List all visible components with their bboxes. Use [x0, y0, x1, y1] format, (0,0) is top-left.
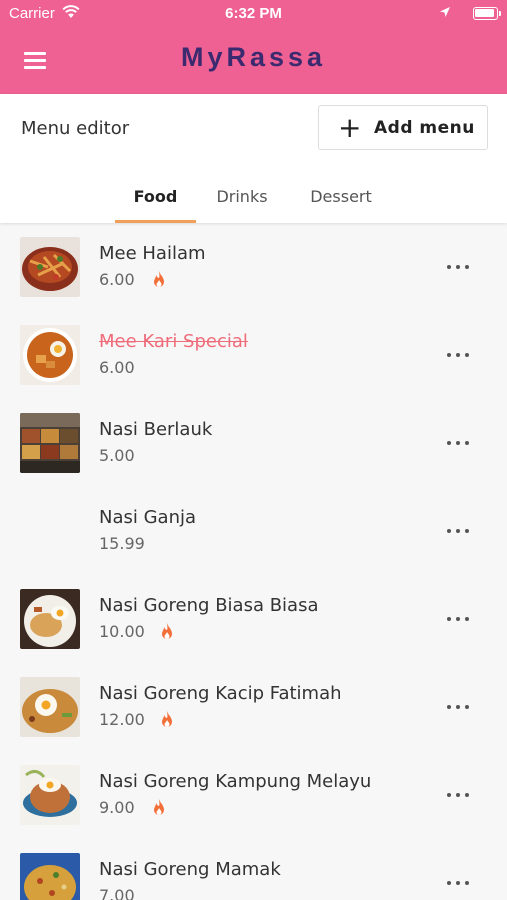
fire-icon — [154, 799, 164, 815]
item-price: 15.99 — [99, 534, 145, 553]
food-image — [20, 413, 80, 473]
tab-dessert[interactable]: Dessert — [297, 180, 385, 223]
add-menu-button[interactable]: + Add menu — [318, 105, 488, 150]
list-item[interactable]: Nasi Goreng Biasa Biasa 10.00 — [0, 575, 507, 663]
list-item[interactable]: Mee Hailam 6.00 — [0, 223, 507, 311]
food-image — [20, 853, 80, 900]
food-image — [20, 589, 80, 649]
category-tabs: Food Drinks Dessert — [0, 174, 507, 223]
plus-icon: + — [338, 110, 362, 144]
item-name: Mee Kari Special — [99, 331, 248, 352]
item-price: 6.00 — [99, 270, 135, 289]
item-name: Nasi Berlauk — [99, 419, 213, 440]
item-name: Nasi Ganja — [99, 507, 197, 528]
tab-food[interactable]: Food — [115, 180, 196, 223]
more-options-icon[interactable] — [444, 429, 472, 457]
more-options-icon[interactable] — [444, 693, 472, 721]
list-item[interactable]: Nasi Goreng Kacip Fatimah 12.00 — [0, 663, 507, 751]
fire-icon — [162, 711, 172, 727]
more-options-icon[interactable] — [444, 869, 472, 897]
item-price: 7.00 — [99, 886, 135, 900]
food-image — [20, 237, 80, 297]
status-bar: Carrier 6:32 PM — [0, 0, 507, 28]
status-time: 6:32 PM — [225, 5, 282, 22]
item-name: Nasi Goreng Kampung Melayu — [99, 771, 372, 792]
item-name: Nasi Goreng Biasa Biasa — [99, 595, 319, 616]
more-options-icon[interactable] — [444, 605, 472, 633]
more-options-icon[interactable] — [444, 517, 472, 545]
food-image — [20, 677, 80, 737]
item-name: Mee Hailam — [99, 243, 206, 264]
fire-icon — [154, 271, 164, 287]
food-image — [20, 765, 80, 825]
item-name: Nasi Goreng Kacip Fatimah — [99, 683, 342, 704]
item-price: 12.00 — [99, 710, 145, 729]
menu-editor-panel: Menu editor + Add menu Food Drinks Desse… — [0, 94, 507, 223]
battery-icon — [473, 7, 501, 20]
more-options-icon[interactable] — [444, 341, 472, 369]
more-options-icon[interactable] — [444, 253, 472, 281]
item-name: Nasi Goreng Mamak — [99, 859, 281, 880]
item-price: 6.00 — [99, 358, 135, 377]
list-item[interactable]: Mee Kari Special 6.00 — [0, 311, 507, 399]
list-item[interactable]: Nasi Berlauk 5.00 — [0, 399, 507, 487]
tab-drinks[interactable]: Drinks — [206, 180, 278, 223]
list-item[interactable]: Nasi Ganja 15.99 — [0, 487, 507, 575]
more-options-icon[interactable] — [444, 781, 472, 809]
location-arrow-icon — [440, 7, 450, 17]
page-title: Menu editor — [21, 118, 130, 139]
app-header: Carrier 6:32 PM MyRassa — [0, 0, 507, 94]
fire-icon — [162, 623, 172, 639]
app-title: MyRassa — [180, 42, 327, 72]
list-item[interactable]: Nasi Goreng Kampung Melayu 9.00 — [0, 751, 507, 839]
item-price: 10.00 — [99, 622, 145, 641]
item-price: 9.00 — [99, 798, 135, 817]
list-item[interactable]: Nasi Goreng Mamak 7.00 — [0, 839, 507, 900]
item-price: 5.00 — [99, 446, 135, 465]
food-image — [20, 325, 80, 385]
add-menu-label: Add menu — [374, 117, 475, 138]
